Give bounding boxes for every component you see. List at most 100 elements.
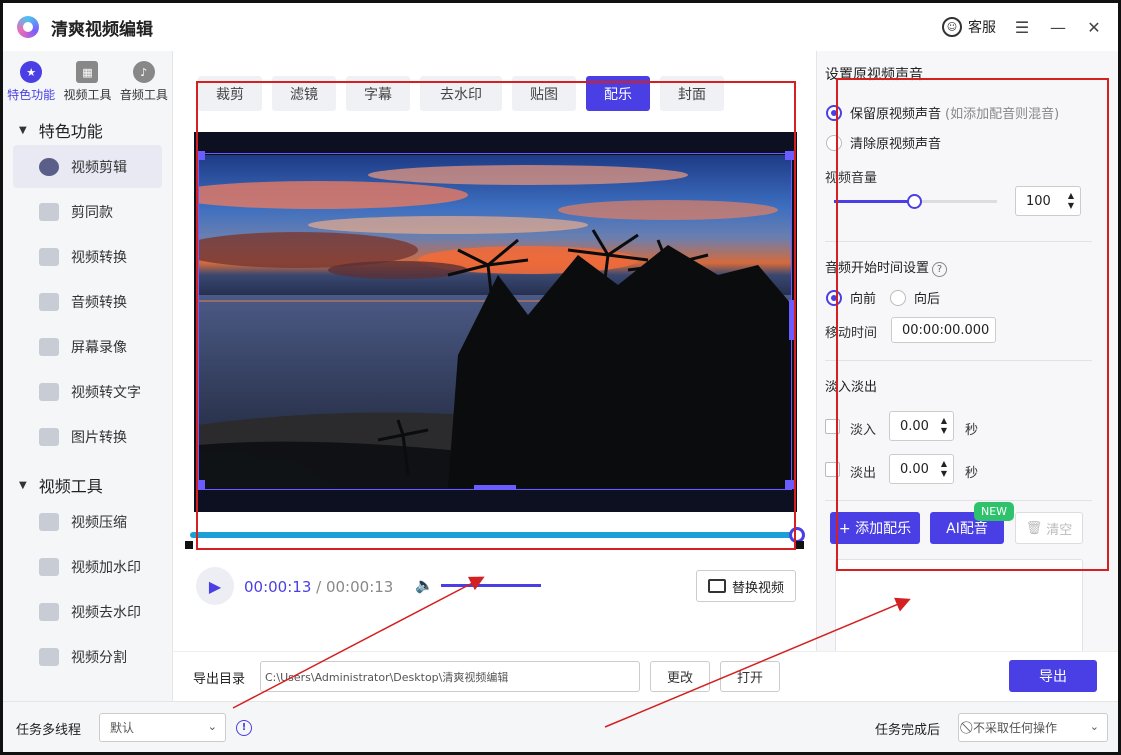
fade-out-stepper[interactable]: 0.00 ▲ ▼ [889, 454, 954, 484]
stamp-icon [39, 602, 59, 621]
change-dir-button[interactable]: 更改 [650, 661, 710, 692]
crop-handle-bottom-left[interactable] [196, 480, 205, 489]
category-tab-label: 音频工具 [119, 88, 168, 102]
menu-icon[interactable]: ☰ [1012, 18, 1032, 37]
divider [825, 500, 1092, 501]
nav-group-video-tools[interactable]: ▼ 视频工具 [3, 458, 172, 498]
keep-original-label: 保留原视频声音 [850, 107, 942, 122]
tab-subtitle[interactable]: 字幕 [346, 76, 410, 111]
caret-down-icon: ▼ [19, 124, 27, 136]
sidebar-item-label: 视频去水印 [71, 604, 141, 621]
sidebar-item-label: 音频转换 [71, 294, 127, 311]
volume-slider[interactable] [441, 584, 541, 587]
crop-handle-top-right[interactable] [785, 151, 794, 160]
clear-original-sound-option[interactable]: 清除原视频声音 [826, 133, 941, 152]
nav-group-title: 视频工具 [38, 477, 103, 496]
tab-cover[interactable]: 封面 [660, 76, 724, 111]
crop-frame[interactable] [198, 153, 792, 490]
tab-crop[interactable]: 裁剪 [198, 76, 262, 111]
speaker-icon[interactable]: 🔈 [415, 576, 434, 594]
move-time-input[interactable]: 00:00:00.000 [891, 317, 996, 343]
video-volume-slider-knob[interactable] [907, 194, 922, 209]
tab-sticker[interactable]: 贴图 [512, 76, 576, 111]
video-volume-label: 视频音量 [825, 171, 878, 186]
close-icon[interactable]: ✕ [1084, 18, 1104, 37]
sidebar: ★ 特色功能 ▦ 视频工具 ♪ 音频工具 ▼ 特色功能 视频剪辑 剪同款 视频转… [3, 51, 173, 701]
category-tab-label: 视频工具 [63, 88, 112, 102]
caret-down-icon: ▼ [19, 479, 27, 491]
play-icon: ▶ [208, 576, 222, 596]
category-tab-video-tools[interactable]: ▦ 视频工具 [63, 61, 112, 103]
sidebar-item-video-compress[interactable]: 视频压缩 [13, 500, 162, 543]
sidebar-item-screen-record[interactable]: 屏幕录像 [13, 325, 162, 368]
sidebar-item-video-to-text[interactable]: 视频转文字 [13, 370, 162, 413]
export-button[interactable]: 导出 [1009, 660, 1097, 692]
sidebar-item-label: 视频加水印 [71, 559, 141, 576]
stepper-arrows-icon[interactable]: ▲ ▼ [941, 416, 947, 436]
replace-video-button[interactable]: 替换视频 [696, 570, 796, 602]
sidebar-item-video-edit[interactable]: 视频剪辑 [13, 145, 162, 188]
customer-service-label[interactable]: 客服 [968, 17, 996, 37]
video-text-icon [39, 382, 59, 401]
sidebar-item-image-convert[interactable]: 图片转换 [13, 415, 162, 458]
timeline-end-marker[interactable] [796, 541, 804, 549]
export-dir-input[interactable]: C:\Users\Administrator\Desktop\清爽视频编辑 [260, 661, 640, 692]
radio-unselected-icon [890, 289, 906, 306]
nav-group-featured[interactable]: ▼ 特色功能 [3, 103, 172, 143]
crop-handle-right[interactable] [789, 300, 794, 340]
clear-music-button[interactable]: 🗑 清空 [1015, 512, 1083, 544]
crop-handle-bottom-right[interactable] [785, 480, 794, 489]
sidebar-item-template[interactable]: 剪同款 [13, 190, 162, 233]
category-tab-audio-tools[interactable]: ♪ 音频工具 [120, 61, 168, 103]
fade-title: 淡入淡出 [825, 380, 878, 395]
star-icon: ★ [20, 61, 43, 83]
stepper-arrows-icon[interactable]: ▲ ▼ [941, 459, 947, 479]
fade-in-value: 0.00 [900, 418, 929, 434]
timeline-start-marker[interactable] [185, 541, 193, 549]
trash-icon: 🗑 [1025, 520, 1043, 536]
sidebar-item-audio-convert[interactable]: 音频转换 [13, 280, 162, 323]
stepper-arrows-icon[interactable]: ▲ ▼ [1068, 191, 1074, 211]
sidebar-item-label: 屏幕录像 [71, 339, 127, 356]
info-icon[interactable]: ! [236, 720, 252, 736]
play-button[interactable]: ▶ [196, 567, 234, 605]
direction-forward-option[interactable]: 向前 [826, 288, 876, 307]
timeline-track[interactable] [190, 532, 798, 538]
keep-original-sound-option[interactable]: 保留原视频声音 (如添加配音则混音) [826, 103, 1059, 122]
nav-group-title: 特色功能 [38, 122, 103, 141]
divider [825, 241, 1092, 242]
sidebar-item-label: 视频压缩 [71, 514, 127, 531]
crop-handle-bottom[interactable] [474, 485, 516, 490]
category-tabs: ★ 特色功能 ▦ 视频工具 ♪ 音频工具 [3, 51, 172, 103]
sidebar-item-remove-watermark[interactable]: 视频去水印 [13, 590, 162, 633]
radio-selected-icon [826, 104, 842, 121]
add-music-button[interactable]: + 添加配乐 [830, 512, 920, 544]
sidebar-item-video-convert[interactable]: 视频转换 [13, 235, 162, 278]
tab-remove-watermark[interactable]: 去水印 [420, 76, 502, 111]
direction-backward-option[interactable]: 向后 [890, 288, 940, 307]
category-tab-featured[interactable]: ★ 特色功能 [7, 61, 55, 103]
fade-out-checkbox[interactable] [825, 462, 840, 477]
chevron-down-icon: ⌄ [1089, 720, 1099, 733]
customer-service-icon[interactable]: ☺ [942, 17, 962, 37]
fade-in-stepper[interactable]: 0.00 ▲ ▼ [889, 411, 954, 441]
category-tab-label: 特色功能 [7, 88, 56, 102]
chevron-down-icon: ⌄ [207, 720, 217, 733]
music-list[interactable] [835, 559, 1083, 651]
minimize-icon[interactable]: — [1048, 18, 1068, 37]
sidebar-item-add-watermark[interactable]: 视频加水印 [13, 545, 162, 588]
tab-filter[interactable]: 滤镜 [272, 76, 336, 111]
open-dir-button[interactable]: 打开 [720, 661, 780, 692]
crop-handle-top-left[interactable] [196, 151, 205, 160]
watermark-add-icon [39, 557, 59, 576]
threads-select[interactable]: 默认 ⌄ [99, 713, 226, 742]
sidebar-item-video-split[interactable]: 视频分割 [13, 635, 162, 678]
tab-music[interactable]: 配乐 [586, 76, 650, 111]
divider [825, 360, 1092, 361]
fade-in-checkbox[interactable] [825, 419, 840, 434]
video-edit-icon [39, 157, 59, 176]
video-volume-stepper[interactable]: 100 ▲ ▼ [1015, 186, 1081, 216]
after-done-select[interactable]: ⃠ 不采取任何操作 ⌄ [958, 713, 1108, 742]
compress-icon [39, 512, 59, 531]
help-icon[interactable]: ? [932, 262, 948, 277]
